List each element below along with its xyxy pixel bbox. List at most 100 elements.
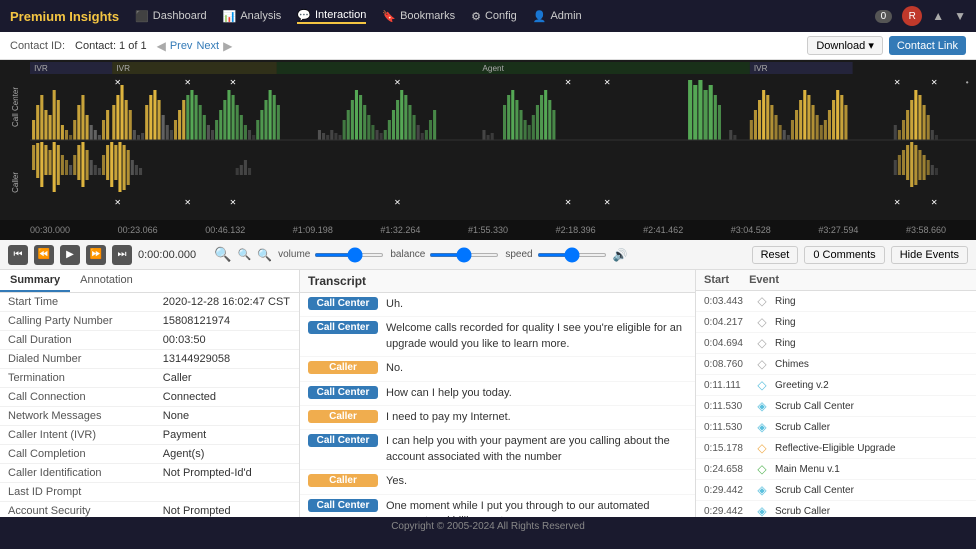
transcript-panel: Transcript Call CenterUh.Call CenterWelc…: [300, 270, 696, 517]
event-time: 0:03.443: [704, 296, 749, 307]
speaker-badge: Caller: [308, 361, 378, 374]
summary-key: Last ID Prompt: [0, 483, 155, 502]
event-row: 0:03.443◇Ring: [696, 291, 976, 312]
transcript-text: Welcome calls recorded for quality I see…: [386, 321, 687, 352]
summary-row: Caller Intent (IVR)Payment: [0, 426, 299, 445]
event-row: 0:04.217◇Ring: [696, 312, 976, 333]
caller-label: Caller: [11, 172, 20, 193]
ring-icon: ◇: [755, 294, 769, 308]
annotation-tab[interactable]: Annotation: [70, 270, 143, 292]
event-time: 0:04.694: [704, 338, 749, 349]
summary-table: Start Time2020-12-28 16:02:47 CSTCalling…: [0, 293, 299, 517]
summary-key: Caller Intent (IVR): [0, 426, 155, 445]
summary-value: Agent(s): [155, 445, 299, 464]
chimes-icon: ◇: [755, 357, 769, 371]
summary-key: Calling Party Number: [0, 312, 155, 331]
summary-value: Caller: [155, 369, 299, 388]
next-arrow-icon: ▶: [223, 39, 232, 53]
fast-forward-button[interactable]: ⏩: [86, 245, 106, 265]
svg-text:✕: ✕: [114, 198, 121, 207]
event-row: 0:11.530◈Scrub Caller: [696, 417, 976, 438]
seek-end-button[interactable]: ⏭: [112, 245, 132, 265]
nav-dashboard[interactable]: ⬛ Dashboard: [135, 10, 207, 23]
contact-link-button[interactable]: Contact Link: [889, 36, 966, 55]
rewind-button[interactable]: ⏪: [34, 245, 54, 265]
config-icon: ⚙: [471, 10, 481, 23]
transcript-row: CallerI need to pay my Internet.: [300, 406, 695, 430]
balance-control: balance: [390, 249, 499, 260]
nav-admin[interactable]: 👤 Admin: [533, 10, 582, 23]
scrub-icon: ◈: [755, 399, 769, 413]
speed-control: speed: [505, 249, 606, 260]
footer: Copyright © 2005-2024 All Rights Reserve…: [0, 517, 976, 537]
summary-value: 00:03:50: [155, 331, 299, 350]
ruler-mark-2: 00:46.132: [205, 225, 245, 235]
svg-text:Agent: Agent: [482, 64, 504, 73]
event-time: 0:24.658: [704, 464, 749, 475]
event-row: 0:04.694◇Ring: [696, 333, 976, 354]
mute-icon[interactable]: 🔊: [613, 248, 628, 262]
nav-analysis[interactable]: 📊 Analysis: [223, 10, 282, 23]
svg-text:✕: ✕: [184, 198, 191, 207]
nav-interaction[interactable]: 💬 Interaction: [297, 9, 366, 24]
bookmarks-icon: 🔖: [382, 10, 396, 23]
summary-key: Call Duration: [0, 331, 155, 350]
zoom-in-icon[interactable]: 🔍: [214, 246, 231, 263]
contact-bar: Contact ID: Contact: 1 of 1 ◀ Prev Next …: [0, 32, 976, 60]
download-button[interactable]: Download ▾: [807, 36, 883, 55]
volume-slider[interactable]: [314, 253, 384, 257]
hide-events-button[interactable]: Hide Events: [891, 246, 968, 264]
zoom-out-icon[interactable]: 🔍: [237, 248, 251, 261]
event-row: 0:15.178◇Reflective-Eligible Upgrade: [696, 438, 976, 459]
transcript-row: Call CenterWelcome calls recorded for qu…: [300, 317, 695, 357]
greeting-icon: ◇: [755, 378, 769, 392]
menu-icon: ◇: [755, 462, 769, 476]
transcript-row: CallerYes.: [300, 470, 695, 494]
comments-button[interactable]: 0 Comments: [804, 246, 884, 264]
transcript-text: No.: [386, 361, 687, 376]
summary-value: None: [155, 407, 299, 426]
summary-tab[interactable]: Summary: [0, 270, 70, 292]
balance-slider[interactable]: [429, 253, 499, 257]
event-time: 0:29.442: [704, 506, 749, 517]
svg-text:✕: ✕: [229, 78, 236, 87]
nav-avatar[interactable]: R: [902, 6, 922, 26]
search-icon[interactable]: 🔍: [257, 248, 272, 262]
event-label: Chimes: [775, 359, 809, 370]
svg-text:IVR: IVR: [116, 64, 130, 73]
event-label: Scrub Caller: [775, 506, 830, 517]
svg-text:✕: ✕: [394, 78, 401, 87]
seek-start-button[interactable]: ⏮: [8, 245, 28, 265]
event-time: 0:29.442: [704, 485, 749, 496]
speaker-badge: Caller: [308, 410, 378, 423]
play-button[interactable]: ▶: [60, 245, 80, 265]
expand-icon[interactable]: ▲: [932, 9, 944, 23]
summary-value: 2020-12-28 16:02:47 CST: [155, 293, 299, 312]
scrub-icon: ◈: [755, 420, 769, 434]
event-time: 0:08.760: [704, 359, 749, 370]
ruler-mark-7: #2:41.462: [643, 225, 683, 235]
summary-key: Dialed Number: [0, 350, 155, 369]
collapse-icon[interactable]: ▼: [954, 9, 966, 23]
prev-button[interactable]: Prev: [170, 40, 193, 52]
admin-icon: 👤: [533, 10, 547, 23]
svg-text:IVR: IVR: [754, 64, 768, 73]
summary-row: Account SecurityNot Prompted: [0, 502, 299, 518]
scrub-icon: ◈: [755, 483, 769, 497]
reset-button[interactable]: Reset: [752, 246, 799, 264]
nav-config[interactable]: ⚙ Config: [471, 10, 517, 23]
event-time: 0:04.217: [704, 317, 749, 328]
summary-key: Termination: [0, 369, 155, 388]
svg-text:✕: ✕: [184, 78, 191, 87]
waveform-canvas[interactable]: IVR IVR IVR Agent: [30, 60, 976, 220]
event-row: 0:08.760 ◇ Chimes: [696, 354, 976, 375]
next-button[interactable]: Next: [196, 40, 219, 52]
summary-value: Not Prompted-Id'd: [155, 464, 299, 483]
speed-slider[interactable]: [537, 253, 607, 257]
svg-text:✕: ✕: [894, 198, 901, 207]
svg-text:✕: ✕: [565, 198, 572, 207]
event-row: 0:11.111◇Greeting v.2: [696, 375, 976, 396]
events-panel: Start Event 0:03.443◇Ring0:04.217◇Ring0:…: [696, 270, 976, 517]
contact-nav-buttons: ◀ Prev Next ▶: [157, 39, 233, 53]
nav-bookmarks[interactable]: 🔖 Bookmarks: [382, 10, 455, 23]
